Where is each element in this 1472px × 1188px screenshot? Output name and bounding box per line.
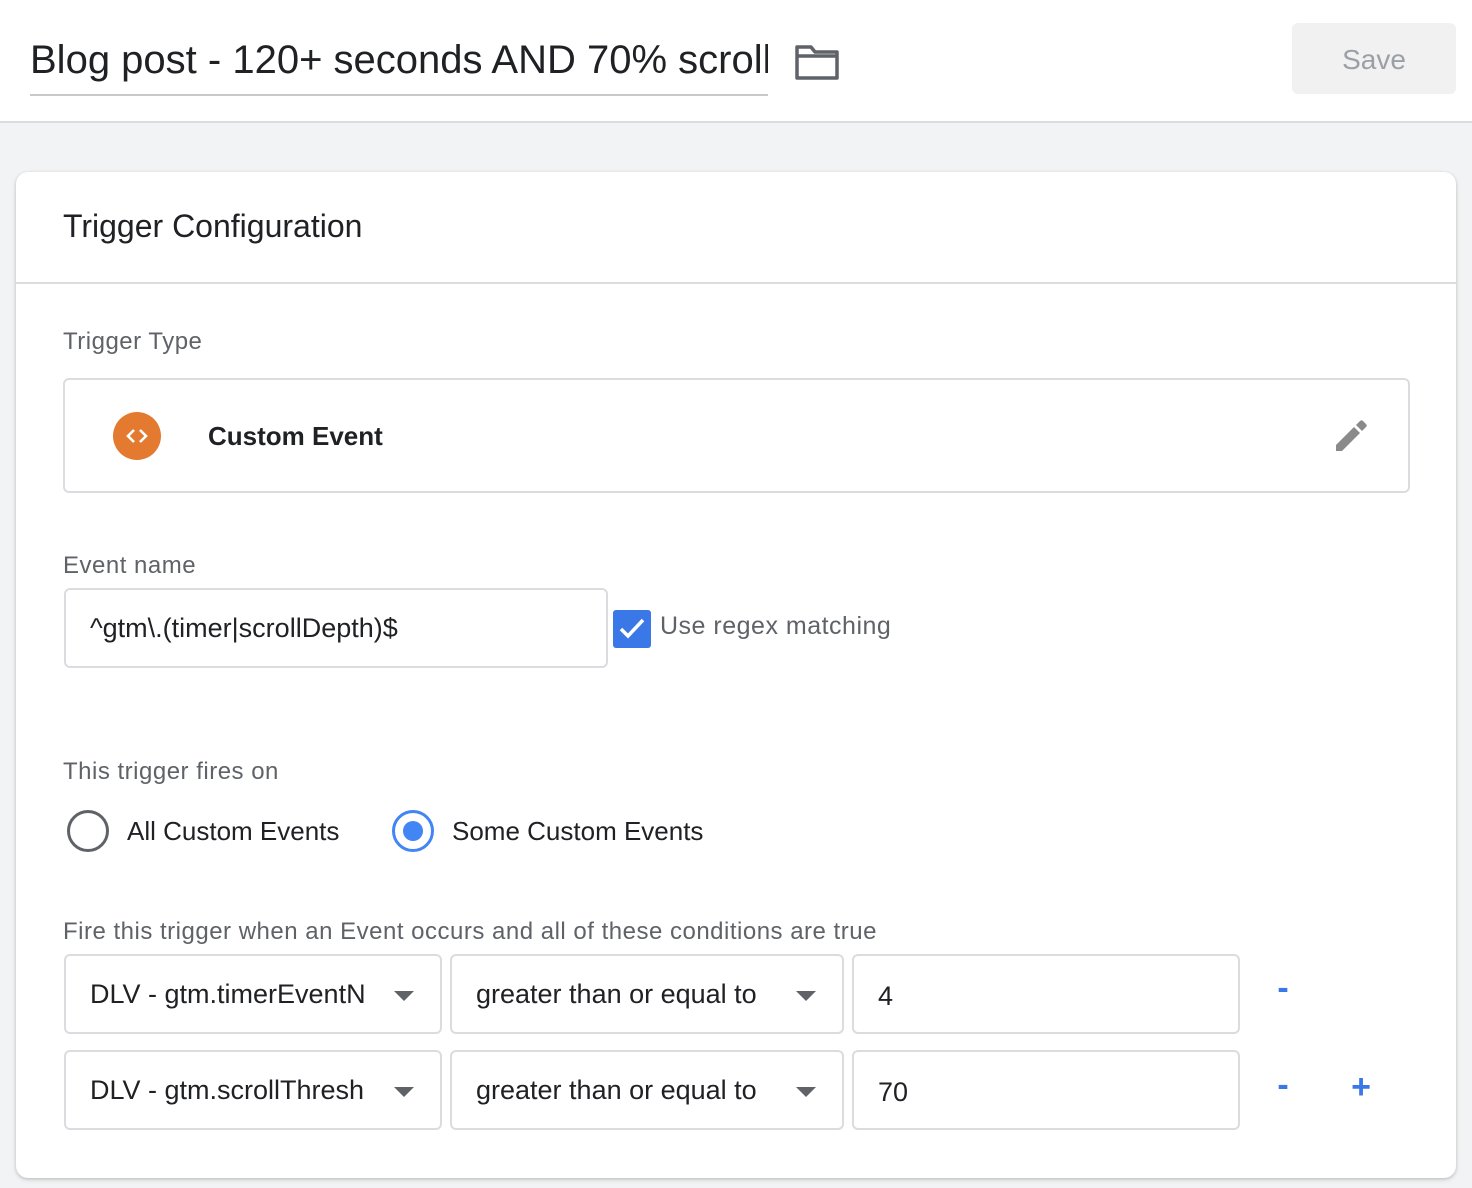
conditions-label: Fire this trigger when an Event occurs a… bbox=[63, 918, 877, 945]
condition-variable-select[interactable]: DLV - gtm.scrollThresh bbox=[64, 1050, 442, 1130]
trigger-type-selector[interactable]: Custom Event bbox=[63, 378, 1410, 493]
radio-dot bbox=[403, 821, 423, 841]
condition-operator-select[interactable]: greater than or equal to bbox=[450, 954, 844, 1034]
save-button[interactable]: Save bbox=[1292, 23, 1456, 94]
remove-condition-button[interactable]: - bbox=[1268, 971, 1298, 1005]
trigger-name-input[interactable]: Blog post - 120+ seconds AND 70% scroll bbox=[30, 36, 768, 96]
trigger-type-label: Trigger Type bbox=[63, 328, 203, 355]
condition-value-input[interactable]: 4 bbox=[852, 954, 1240, 1034]
condition-operator-select[interactable]: greater than or equal to bbox=[450, 1050, 844, 1130]
use-regex-label: Use regex matching bbox=[660, 612, 892, 640]
condition-variable-select[interactable]: DLV - gtm.timerEventN bbox=[64, 954, 442, 1034]
condition-operator-value: greater than or equal to bbox=[476, 1074, 757, 1105]
radio-all-custom-events[interactable] bbox=[67, 810, 109, 852]
radio-some-custom-events-label: Some Custom Events bbox=[452, 816, 704, 846]
chevron-down-icon bbox=[796, 1087, 816, 1097]
top-bar: Blog post - 120+ seconds AND 70% scroll … bbox=[0, 0, 1472, 123]
card-title: Trigger Configuration bbox=[63, 208, 363, 244]
condition-value-input[interactable]: 70 bbox=[852, 1050, 1240, 1130]
use-regex-checkbox[interactable] bbox=[613, 610, 651, 648]
event-name-input[interactable]: ^gtm\.(timer|scrollDepth)$ bbox=[64, 588, 608, 668]
pencil-icon[interactable] bbox=[1331, 416, 1371, 456]
event-name-label: Event name bbox=[63, 552, 197, 579]
radio-some-custom-events[interactable] bbox=[389, 807, 437, 855]
add-condition-button[interactable]: + bbox=[1346, 1070, 1376, 1104]
condition-operator-value: greater than or equal to bbox=[476, 978, 757, 1009]
condition-variable-value: DLV - gtm.timerEventN bbox=[90, 978, 366, 1009]
radio-all-custom-events-label: All Custom Events bbox=[127, 816, 340, 846]
remove-condition-button[interactable]: - bbox=[1268, 1068, 1298, 1102]
fires-on-label: This trigger fires on bbox=[63, 758, 279, 785]
trigger-configuration-card: Trigger Configuration Trigger Type Custo… bbox=[16, 172, 1456, 1178]
condition-variable-value: DLV - gtm.scrollThresh bbox=[90, 1074, 365, 1105]
chevron-down-icon bbox=[394, 991, 414, 1001]
card-header: Trigger Configuration bbox=[16, 172, 1456, 284]
chevron-down-icon bbox=[394, 1087, 414, 1097]
trigger-type-name: Custom Event bbox=[208, 421, 383, 451]
folder-icon[interactable] bbox=[794, 43, 840, 81]
code-brackets-icon bbox=[113, 412, 161, 460]
chevron-down-icon bbox=[796, 991, 816, 1001]
